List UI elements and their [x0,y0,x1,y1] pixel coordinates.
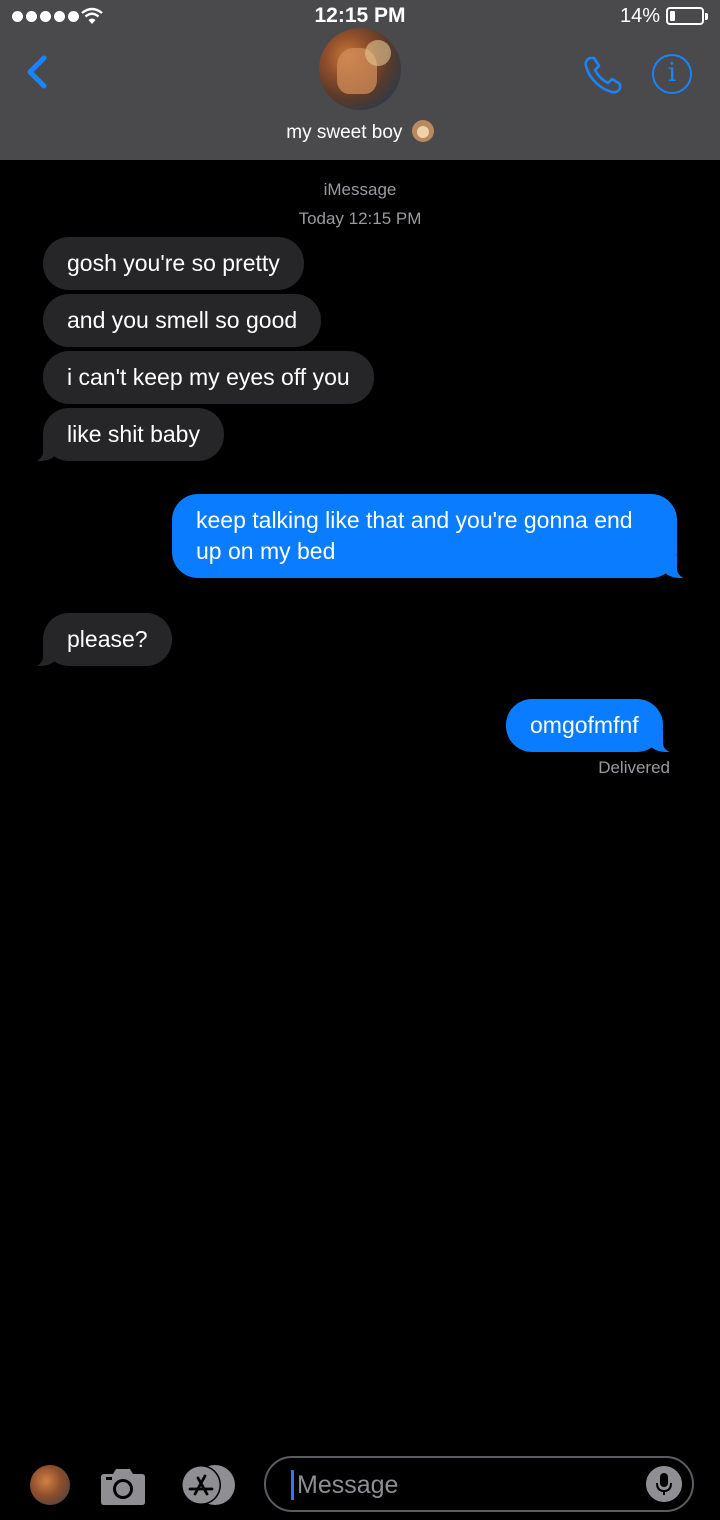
message-text: and you smell so good [67,307,298,333]
camera-icon[interactable] [100,1466,146,1506]
contact-name[interactable]: my sweet boy [0,120,720,144]
animoji-avatar-icon[interactable] [30,1465,70,1505]
message-text: i can't keep my eyes off you [67,364,350,390]
message-text: gosh you're so pretty [67,250,280,276]
app-store-icon[interactable] [179,1464,237,1506]
message-bubble-received[interactable]: like shit baby [29,408,224,462]
contact-avatar[interactable] [319,28,401,110]
delivery-status: Delivered [598,758,670,777]
conversation-timestamp: Today 12:15 PM [298,209,422,228]
message-text: please? [67,626,148,652]
info-icon[interactable]: i [652,54,692,94]
message-input[interactable]: Message [264,1456,694,1512]
message-text: omgofmfnf [530,712,639,738]
status-time: 12:15 PM [314,4,406,27]
message-bubble-sent[interactable]: omgofmfnf [506,699,677,753]
message-bubble-sent[interactable]: keep talking like that and you're gonna … [172,494,691,579]
battery-percent: 14% [619,5,660,27]
message-bubble-received[interactable]: and you smell so good [43,294,322,347]
navigation-header: 12:15 PM 14% my sweet boy i [0,0,720,160]
message-placeholder: Message [297,1471,399,1499]
service-label: iMessage [323,180,397,199]
battery-icon [666,7,708,25]
text-cursor [291,1470,294,1500]
message-bubble-received[interactable]: i can't keep my eyes off you [43,351,374,404]
message-text: keep talking like that and you're gonna … [196,507,633,564]
monkey-face-icon [411,120,434,142]
back-button[interactable] [18,50,58,94]
phone-icon[interactable] [580,52,626,98]
message-bubble-received[interactable]: gosh you're so pretty [43,237,304,290]
message-bubble-received[interactable]: please? [29,613,172,667]
contact-name-label: my sweet boy [286,122,403,143]
microphone-icon[interactable] [646,1466,682,1502]
message-text: like shit baby [67,421,200,447]
